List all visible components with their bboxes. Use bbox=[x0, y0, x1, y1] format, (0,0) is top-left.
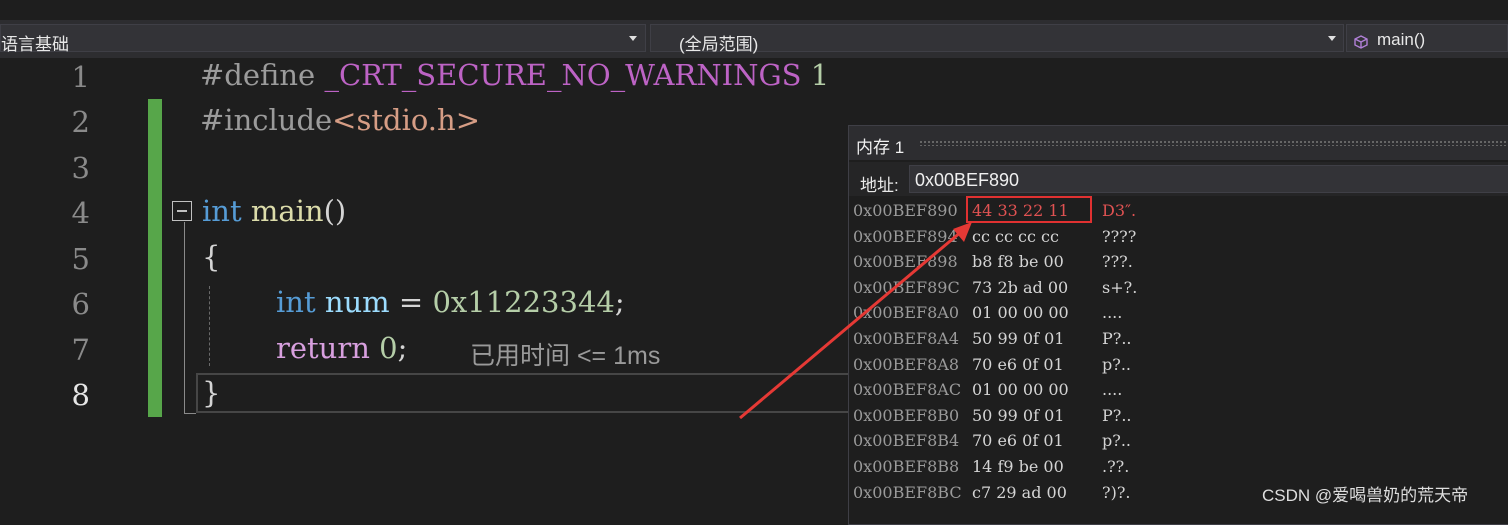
annotation-arrow bbox=[739, 222, 972, 420]
watermark: CSDN @爱喝兽奶的荒天帝 bbox=[1262, 486, 1469, 505]
